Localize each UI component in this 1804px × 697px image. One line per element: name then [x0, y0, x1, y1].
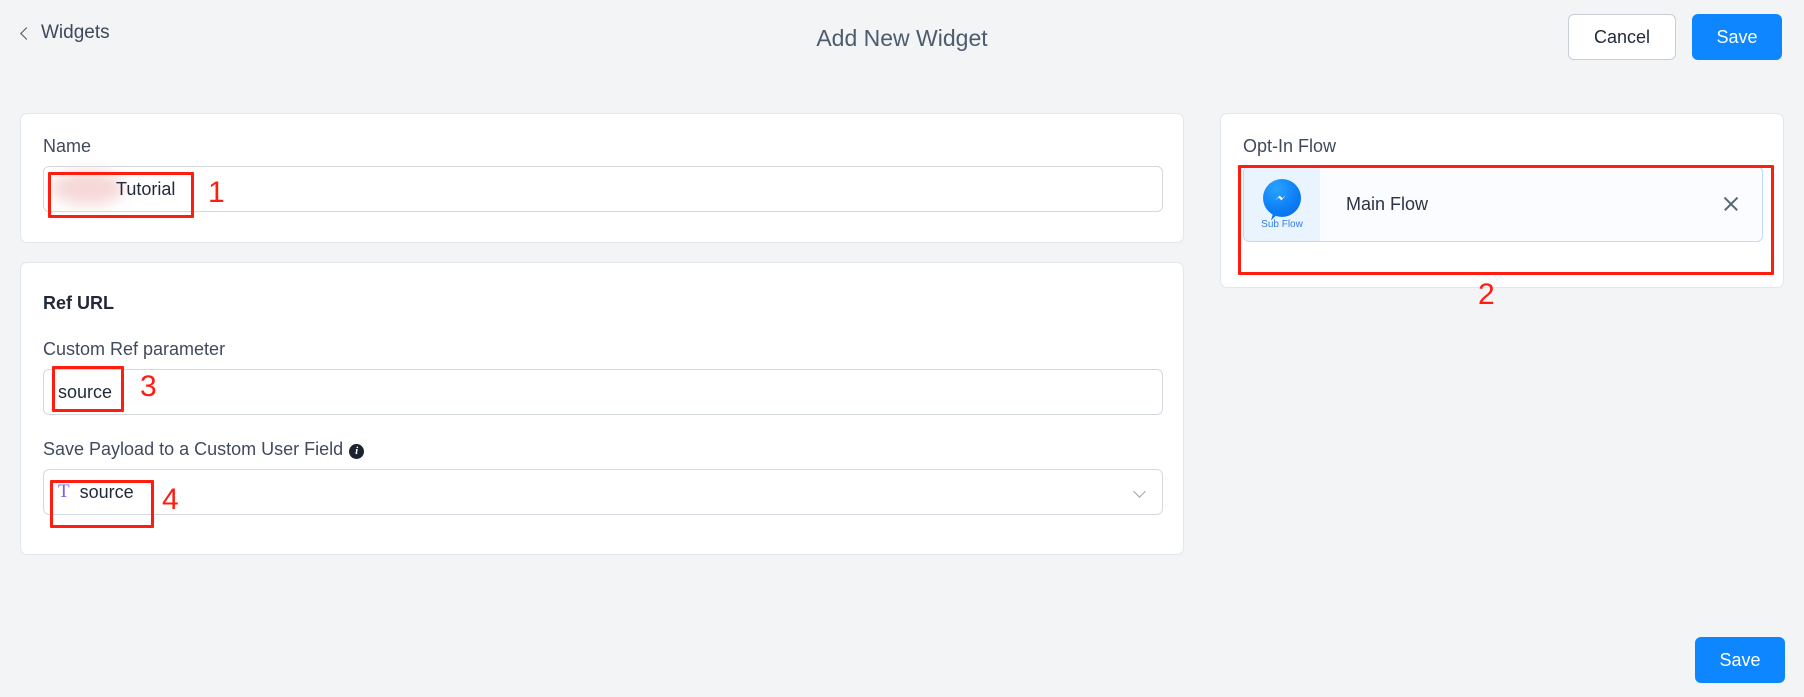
header-actions: Cancel Save — [1568, 14, 1782, 60]
save-button-footer[interactable]: Save — [1695, 637, 1785, 683]
info-icon[interactable]: i — [349, 443, 365, 459]
page-title: Add New Widget — [816, 25, 988, 51]
text-type-icon: T — [58, 480, 70, 502]
flow-item-name: Main Flow — [1346, 193, 1429, 214]
page-header: Widgets Add New Widget Cancel Save — [0, 0, 1804, 78]
custom-ref-label: Custom Ref parameter — [43, 339, 226, 359]
opt-in-flow-label: Opt-In Flow — [1243, 136, 1337, 156]
flow-item-row[interactable]: Sub Flow Main Flow — [1243, 166, 1763, 242]
payload-field-select[interactable]: T source — [43, 469, 1163, 515]
ref-url-card: Ref URL Custom Ref parameter source Save… — [20, 262, 1184, 555]
chevron-down-icon — [1133, 485, 1146, 498]
redaction-blur — [51, 171, 125, 205]
payload-field-value: source — [79, 481, 134, 502]
close-icon[interactable] — [1722, 195, 1740, 213]
ref-url-section-title: Ref URL — [43, 293, 114, 313]
flow-thumbnail-label: Sub Flow — [1261, 218, 1303, 230]
payload-field-label: Save Payload to a Custom User Field i — [43, 439, 365, 460]
name-input-value: Tutorial — [116, 178, 176, 199]
save-button-header[interactable]: Save — [1692, 14, 1782, 60]
flow-thumbnail: Sub Flow — [1244, 167, 1320, 241]
cancel-button[interactable]: Cancel — [1568, 14, 1676, 60]
name-input[interactable]: Tutorial — [43, 166, 1163, 212]
messenger-icon — [1263, 178, 1301, 217]
opt-in-flow-card: Opt-In Flow Sub Flow Main Flow — [1220, 113, 1784, 288]
payload-field-label-text: Save Payload to a Custom User Field — [43, 439, 344, 459]
add-new-widget-page: Widgets Add New Widget Cancel Save Name … — [0, 0, 1804, 697]
custom-ref-input[interactable]: source — [43, 369, 1163, 415]
name-card: Name Tutorial — [20, 113, 1184, 243]
name-label: Name — [43, 136, 92, 156]
custom-ref-value: source — [58, 381, 113, 402]
